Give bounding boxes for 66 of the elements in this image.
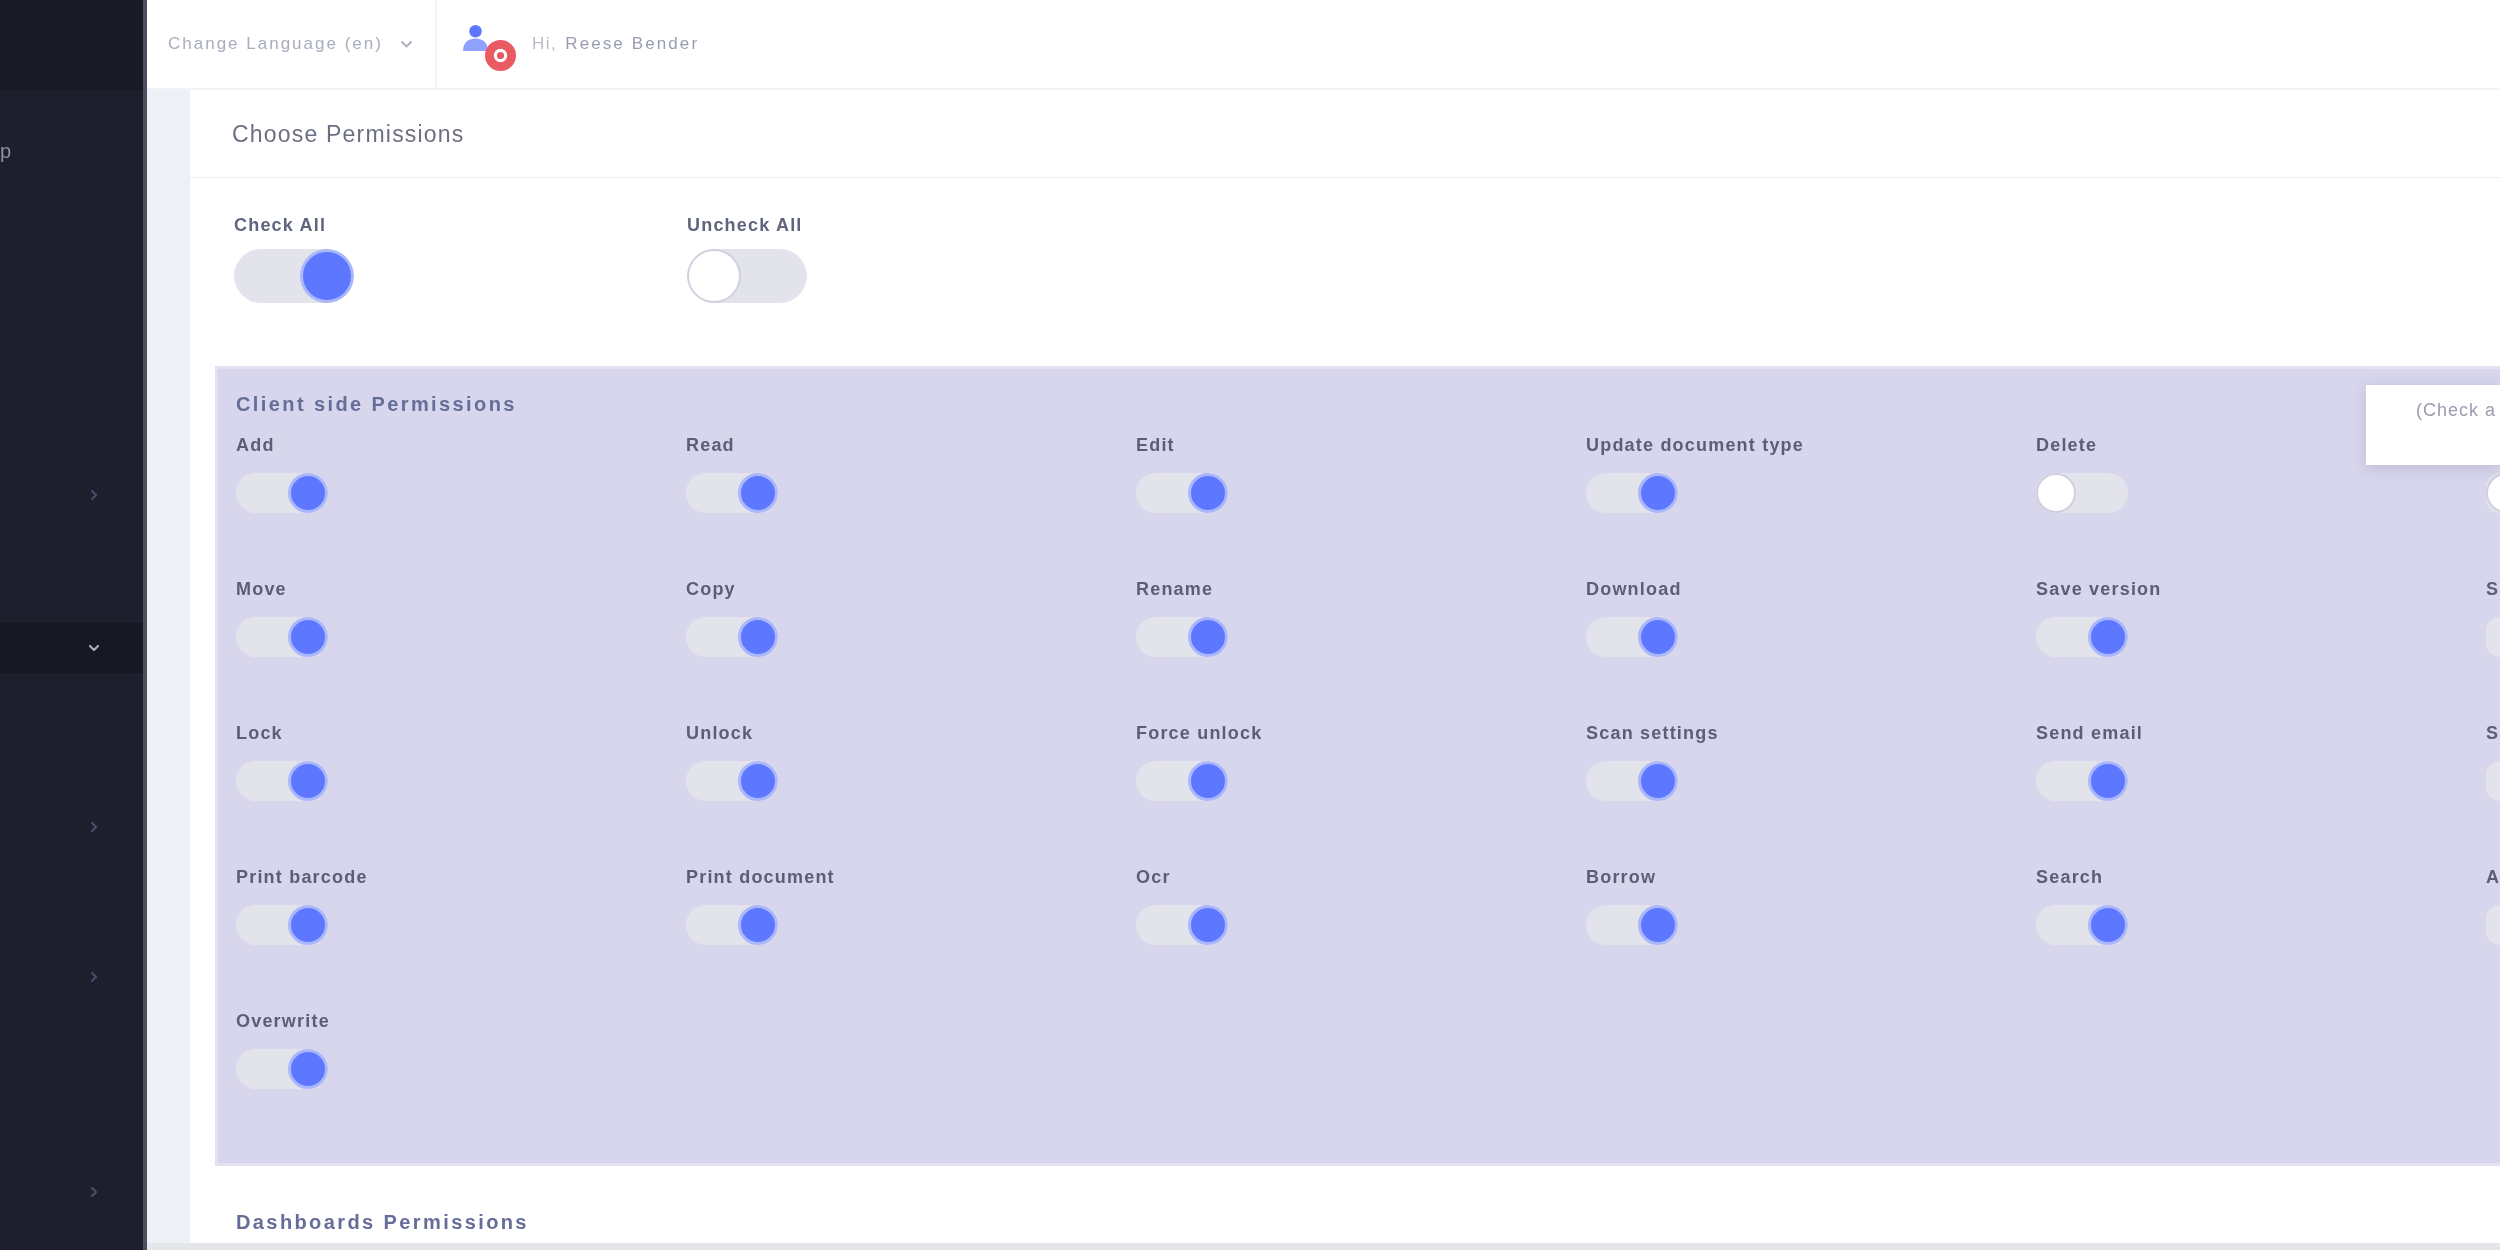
chevron-down-icon[interactable] [89, 643, 99, 653]
permission-label: Print barcode [236, 866, 368, 888]
toggle-switch[interactable] [687, 249, 807, 303]
permission-label: Ocr [1136, 866, 1171, 888]
toggle-switch[interactable] [236, 761, 328, 801]
user-greeting[interactable]: Hi, [532, 34, 558, 54]
chevron-right-icon[interactable] [89, 822, 99, 832]
toggle-switch[interactable] [236, 905, 328, 945]
permission-label: Read [686, 434, 735, 456]
card-title: Choose Permissions [232, 120, 465, 147]
permission-label: Print document [686, 866, 835, 888]
toggle-switch[interactable] [236, 617, 328, 657]
permission-label: Scan settings [1586, 722, 1719, 744]
permission-label: Move [236, 578, 287, 600]
toggle-label: Check All [234, 214, 327, 236]
toggle-switch[interactable] [2486, 473, 2500, 513]
chevron-right-icon[interactable] [89, 490, 99, 500]
permission-label: Search [2036, 866, 2104, 888]
toggle-switch[interactable] [1136, 761, 1228, 801]
horizontal-scrollbar[interactable] [147, 1243, 2500, 1250]
permission-label: Lock [236, 722, 283, 744]
permission-label: Force unlock [1136, 722, 1263, 744]
toggle-switch[interactable] [686, 617, 778, 657]
chevron-right-icon[interactable] [89, 972, 99, 982]
permission-label: S [2486, 722, 2500, 744]
permission-label: Overwrite [236, 1010, 330, 1032]
permission-label: A [2486, 866, 2500, 888]
chevron-right-icon[interactable] [89, 1187, 99, 1197]
sidebar-item[interactable]: p [0, 139, 12, 163]
toggle-switch[interactable] [1586, 905, 1678, 945]
permission-label: Copy [686, 578, 736, 600]
user-name[interactable]: Reese Bender [565, 34, 700, 54]
toggle-switch[interactable] [236, 473, 328, 513]
toggle-switch[interactable] [234, 249, 354, 303]
permission-label: Download [1586, 578, 1682, 600]
permission-label: Borrow [1586, 866, 1657, 888]
tooltip: (Check a [2366, 385, 2500, 465]
toggle-switch[interactable] [2036, 617, 2128, 657]
toggle-switch[interactable] [2036, 905, 2128, 945]
toggle-switch[interactable] [2036, 761, 2128, 801]
toggle-switch[interactable] [686, 905, 778, 945]
toggle-label: Uncheck All [687, 214, 803, 236]
toggle-switch[interactable] [1136, 473, 1228, 513]
toggle-switch[interactable] [1586, 617, 1678, 657]
permission-label: Send email [2036, 722, 2144, 744]
toggle-switch[interactable] [1586, 473, 1678, 513]
toggle-switch[interactable] [1136, 905, 1228, 945]
section-title: Dashboards Permissions [236, 1210, 529, 1235]
toggle-switch[interactable] [236, 1049, 328, 1089]
section-title: Client side Permissions [236, 392, 517, 417]
toggle-switch[interactable] [686, 761, 778, 801]
person-icon[interactable] [463, 23, 488, 51]
permission-label: Save version [2036, 578, 2162, 600]
toggle-switch[interactable] [686, 473, 778, 513]
toggle-switch[interactable] [2036, 473, 2128, 513]
permission-label: S [2486, 578, 2500, 600]
permission-label: Add [236, 434, 275, 456]
toggle-switch[interactable] [1586, 761, 1678, 801]
permission-label: Delete [2036, 434, 2098, 456]
toggle-switch[interactable] [1136, 617, 1228, 657]
permission-label: Edit [1136, 434, 1175, 456]
permission-label: Rename [1136, 578, 1214, 600]
permission-label: Update document type [1586, 434, 1805, 456]
permission-label: Unlock [686, 722, 754, 744]
chevron-down-icon [400, 40, 412, 48]
notification-badge-icon[interactable] [485, 39, 516, 71]
